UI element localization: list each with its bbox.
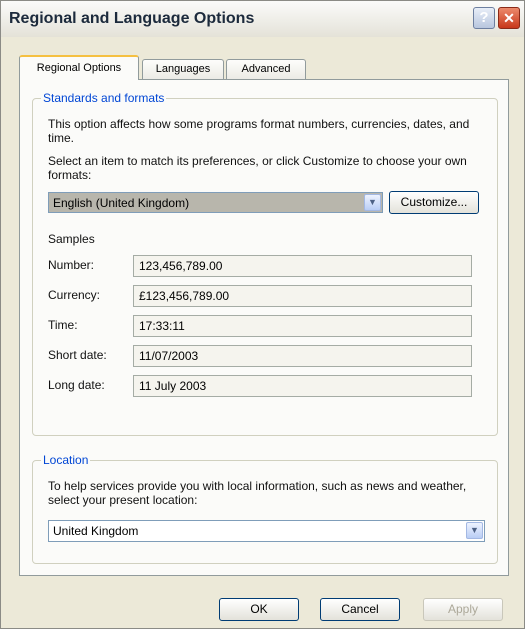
- sample-label-currency: Currency:: [48, 288, 101, 302]
- format-select-value: English (United Kingdom): [53, 196, 190, 210]
- location-select[interactable]: United Kingdom ▼: [48, 520, 485, 542]
- select-prompt: Select an item to match its preferences,…: [48, 154, 467, 182]
- window-title: Regional and Language Options: [9, 10, 255, 27]
- dialog-window: Regional and Language Options ? ✕ Region…: [0, 0, 525, 629]
- apply-button[interactable]: Apply: [423, 598, 503, 621]
- sample-value-currency: £123,456,789.00: [133, 285, 472, 307]
- tab-languages[interactable]: Languages: [142, 59, 224, 79]
- format-select[interactable]: English (United Kingdom) ▼: [48, 192, 383, 213]
- chevron-down-icon[interactable]: ▼: [466, 522, 483, 539]
- tab-advanced[interactable]: Advanced: [226, 59, 306, 79]
- sample-value-number: 123,456,789.00: [133, 255, 472, 277]
- samples-heading: Samples: [48, 232, 95, 246]
- sample-value-time: 17:33:11: [133, 315, 472, 337]
- title-bar: Regional and Language Options ? ✕: [1, 1, 524, 37]
- location-group: Location To help services provide you wi…: [32, 453, 498, 564]
- standards-group: Standards and formats This option affect…: [32, 91, 498, 436]
- standards-description: This option affects how some programs fo…: [48, 117, 470, 145]
- sample-value-long-date: 11 July 2003: [133, 375, 472, 397]
- location-select-value: United Kingdom: [53, 524, 139, 538]
- tab-regional-options[interactable]: Regional Options: [19, 55, 139, 80]
- close-button[interactable]: ✕: [498, 7, 520, 29]
- ok-button[interactable]: OK: [219, 598, 299, 621]
- chevron-down-icon[interactable]: ▼: [364, 194, 381, 211]
- sample-label-time: Time:: [48, 318, 78, 332]
- sample-label-number: Number:: [48, 258, 95, 272]
- standards-legend: Standards and formats: [41, 91, 167, 105]
- sample-label-long-date: Long date:: [48, 378, 105, 392]
- location-description: To help services provide you with local …: [48, 479, 467, 507]
- customize-button[interactable]: Customize...: [389, 191, 479, 214]
- help-button[interactable]: ?: [473, 7, 495, 29]
- sample-label-short-date: Short date:: [48, 348, 107, 362]
- tab-panel: Standards and formats This option affect…: [19, 79, 509, 576]
- sample-value-short-date: 11/07/2003: [133, 345, 472, 367]
- cancel-button[interactable]: Cancel: [320, 598, 400, 621]
- location-legend: Location: [41, 453, 91, 467]
